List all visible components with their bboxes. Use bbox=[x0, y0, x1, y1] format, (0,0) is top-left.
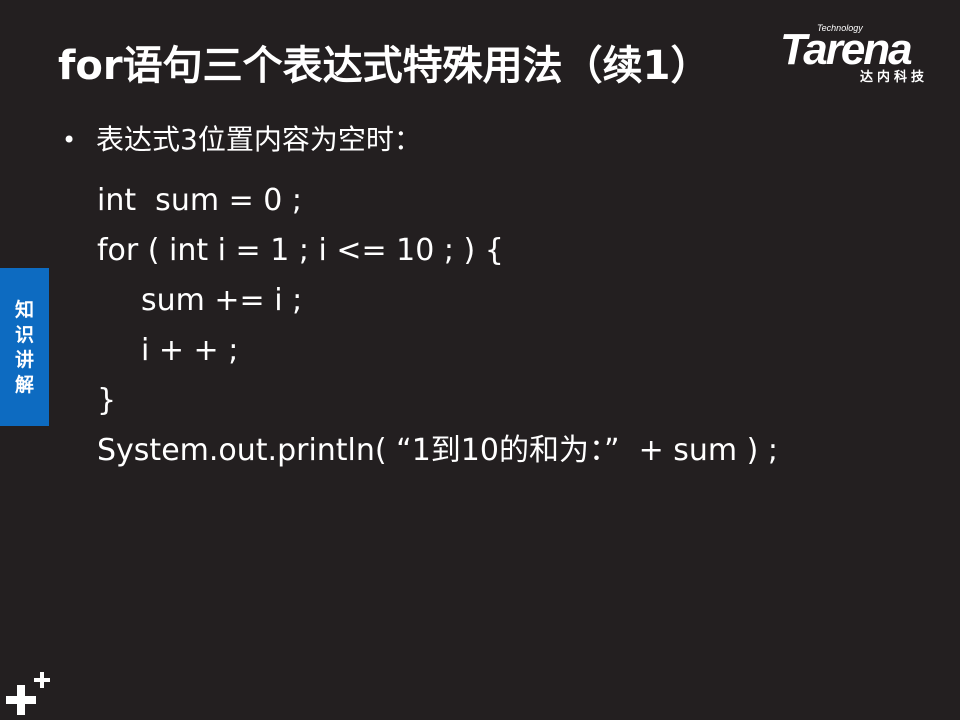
tab-char: 识 bbox=[14, 324, 34, 346]
code-line: } bbox=[97, 383, 117, 418]
code-line: System.out.println( “1到10的和为：” + sum ) ; bbox=[97, 433, 778, 468]
tab-char: 知 bbox=[14, 299, 34, 321]
code-line: int sum = 0 ; bbox=[97, 183, 302, 218]
logo-chinese: 达内科技 bbox=[860, 70, 929, 85]
tab-char: 解 bbox=[14, 374, 34, 396]
section-tab: 知 识 讲 解 bbox=[0, 268, 49, 426]
code-line: sum += i ; bbox=[141, 283, 303, 318]
code-line: for ( int i = 1 ; i <= 10 ; ) { bbox=[97, 233, 504, 268]
section-tab-label: 知 识 讲 解 bbox=[0, 298, 49, 398]
plus-icon bbox=[6, 672, 50, 715]
code-block: int sum = 0 ; for ( int i = 1 ; i <= 10 … bbox=[97, 176, 778, 476]
code-line: i + + ; bbox=[141, 333, 239, 368]
bullet-text: 表达式3位置内容为空时： bbox=[96, 123, 422, 156]
tarena-logo: Technology Tarena 达内科技 bbox=[780, 22, 950, 86]
bullet-dot: • bbox=[62, 126, 77, 154]
tab-char: 讲 bbox=[14, 349, 34, 371]
slide-title: for语句三个表达式特殊用法（续1） bbox=[58, 43, 711, 89]
